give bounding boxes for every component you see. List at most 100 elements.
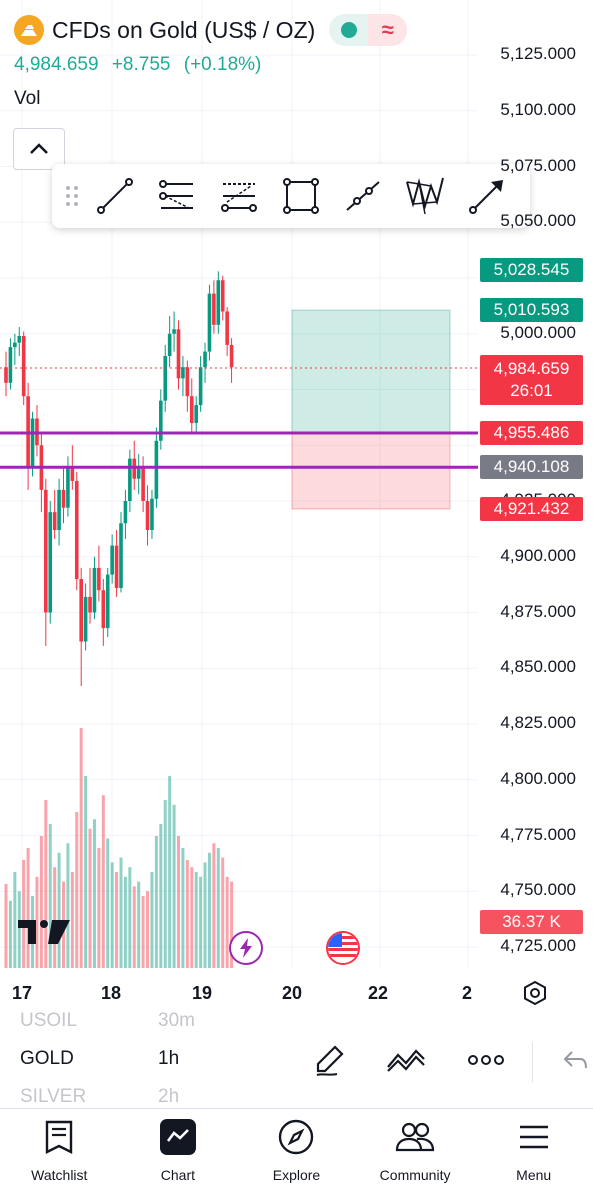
bottom-navigation[interactable]: Watchlist Chart Explore Community Menu bbox=[0, 1108, 593, 1200]
nav-label: Menu bbox=[516, 1167, 552, 1183]
volume-bar bbox=[8, 900, 12, 968]
candle-body bbox=[8, 347, 13, 383]
parallel-channel-tool[interactable] bbox=[146, 172, 208, 220]
price-axis-label: 4,725.000 bbox=[500, 936, 576, 955]
candle-body bbox=[141, 467, 145, 501]
candle-body bbox=[159, 400, 163, 441]
candle-body bbox=[198, 367, 203, 406]
volume-indicator-label[interactable]: Vol bbox=[14, 88, 40, 110]
rectangle-tool[interactable] bbox=[270, 172, 332, 220]
us-flag-event-icon[interactable] bbox=[326, 931, 360, 965]
volume-bar bbox=[84, 776, 88, 968]
undo-button[interactable] bbox=[560, 1040, 590, 1080]
undo-icon bbox=[563, 1051, 587, 1069]
candle-body bbox=[119, 523, 123, 588]
candle-body bbox=[88, 596, 92, 613]
symbol-timeframe-bar[interactable]: USOIL 30m GOLD 1h SILVER 2h bbox=[0, 1012, 593, 1106]
nav-label: Chart bbox=[160, 1167, 195, 1183]
symbol-option-next[interactable]: SILVER 2h bbox=[20, 1086, 179, 1106]
candle-body bbox=[225, 311, 229, 345]
nav-menu[interactable]: Menu bbox=[474, 1109, 593, 1200]
nav-label: Community bbox=[379, 1167, 451, 1183]
price-axis-label: 4,825.000 bbox=[500, 713, 576, 732]
candle-body bbox=[167, 333, 172, 357]
time-axis-label: 22 bbox=[368, 983, 389, 1003]
nav-chart[interactable]: Chart bbox=[119, 1109, 238, 1200]
volume-bar bbox=[75, 812, 79, 968]
symbol-header[interactable]: CFDs on Gold (US$ / OZ) ≈ bbox=[14, 14, 408, 46]
candle-body bbox=[154, 440, 159, 499]
price-axis-label: 4,900.000 bbox=[500, 545, 576, 565]
candle-body bbox=[145, 501, 150, 530]
watchlist-icon bbox=[39, 1117, 79, 1157]
candle-body bbox=[66, 467, 70, 508]
nav-community[interactable]: Community bbox=[356, 1109, 475, 1200]
candle-body bbox=[61, 489, 66, 508]
trend-line-tool[interactable] bbox=[84, 172, 146, 220]
volume-bar bbox=[106, 838, 110, 968]
volume-bar bbox=[207, 852, 211, 968]
volume-bar bbox=[181, 848, 185, 968]
volume-bar bbox=[101, 795, 105, 968]
price-change-line: 4,984.659 +8.755 (+0.18%) bbox=[14, 54, 261, 76]
symbol-option-prev[interactable]: USOIL 30m bbox=[20, 1012, 195, 1032]
volume-bar bbox=[150, 872, 154, 968]
drawing-pen-button[interactable] bbox=[308, 1040, 352, 1080]
divider bbox=[532, 1042, 533, 1082]
candle-body bbox=[207, 293, 212, 352]
candle-body bbox=[79, 579, 83, 642]
price-axis-label: 4,750.000 bbox=[500, 880, 576, 900]
candle-body bbox=[52, 512, 57, 530]
lightning-event-icon[interactable] bbox=[229, 931, 263, 965]
volume-bar bbox=[146, 891, 150, 968]
chart-settings-button[interactable] bbox=[520, 978, 550, 1008]
candle-body bbox=[114, 545, 119, 588]
candle-body bbox=[216, 280, 221, 325]
drawing-toolbar[interactable] bbox=[52, 164, 530, 228]
candle-body bbox=[229, 344, 234, 368]
more-options-button[interactable] bbox=[464, 1040, 508, 1080]
time-axis-label: 19 bbox=[192, 983, 213, 1003]
rectangle-icon bbox=[283, 178, 319, 214]
symbol-option-current[interactable]: GOLD 1h bbox=[20, 1048, 179, 1070]
candle-body bbox=[4, 367, 8, 383]
market-status-badge[interactable]: ≈ bbox=[329, 14, 408, 46]
nav-explore[interactable]: Explore bbox=[237, 1109, 356, 1200]
indicators-icon bbox=[387, 1049, 425, 1072]
timeframe-label: 1h bbox=[158, 1048, 180, 1069]
volume-bar bbox=[199, 876, 203, 968]
candle-body bbox=[181, 367, 185, 379]
volume-bar bbox=[185, 860, 189, 968]
price-axis-label: 5,050.000 bbox=[500, 211, 576, 231]
candle-body bbox=[48, 512, 53, 613]
candle-body bbox=[150, 498, 154, 530]
path-tool[interactable] bbox=[332, 172, 394, 220]
nav-watchlist[interactable]: Watchlist bbox=[0, 1109, 119, 1200]
nav-label: Explore bbox=[272, 1167, 321, 1183]
hexagon-settings-icon bbox=[524, 980, 546, 1006]
price-tag: 5,028.545 bbox=[480, 258, 583, 283]
pattern-tool[interactable] bbox=[394, 172, 456, 220]
regression-trend-tool[interactable] bbox=[208, 172, 270, 220]
volume-bar bbox=[212, 843, 216, 968]
volume-bar bbox=[216, 848, 220, 968]
timeframe-label: 30m bbox=[158, 1012, 195, 1031]
pen-icon bbox=[316, 1045, 344, 1076]
candle-body bbox=[74, 480, 79, 580]
candle-body bbox=[101, 590, 106, 629]
arrow-icon bbox=[469, 180, 503, 214]
volume-bar bbox=[88, 828, 92, 968]
drag-handle-icon[interactable] bbox=[60, 176, 84, 216]
indicators-button[interactable] bbox=[384, 1040, 428, 1080]
candle-body bbox=[57, 489, 61, 530]
volume-bar bbox=[137, 881, 141, 968]
volume-bar bbox=[225, 876, 229, 968]
candle-body bbox=[189, 396, 194, 423]
time-axis-label: 20 bbox=[282, 983, 303, 1003]
volume-bar bbox=[92, 819, 96, 968]
symbol-title[interactable]: CFDs on Gold (US$ / OZ) bbox=[52, 17, 315, 44]
candle-body bbox=[70, 467, 75, 481]
volume-bar bbox=[79, 728, 83, 968]
price-tag: 4,940.108 bbox=[480, 455, 583, 480]
candle-body bbox=[110, 545, 114, 575]
